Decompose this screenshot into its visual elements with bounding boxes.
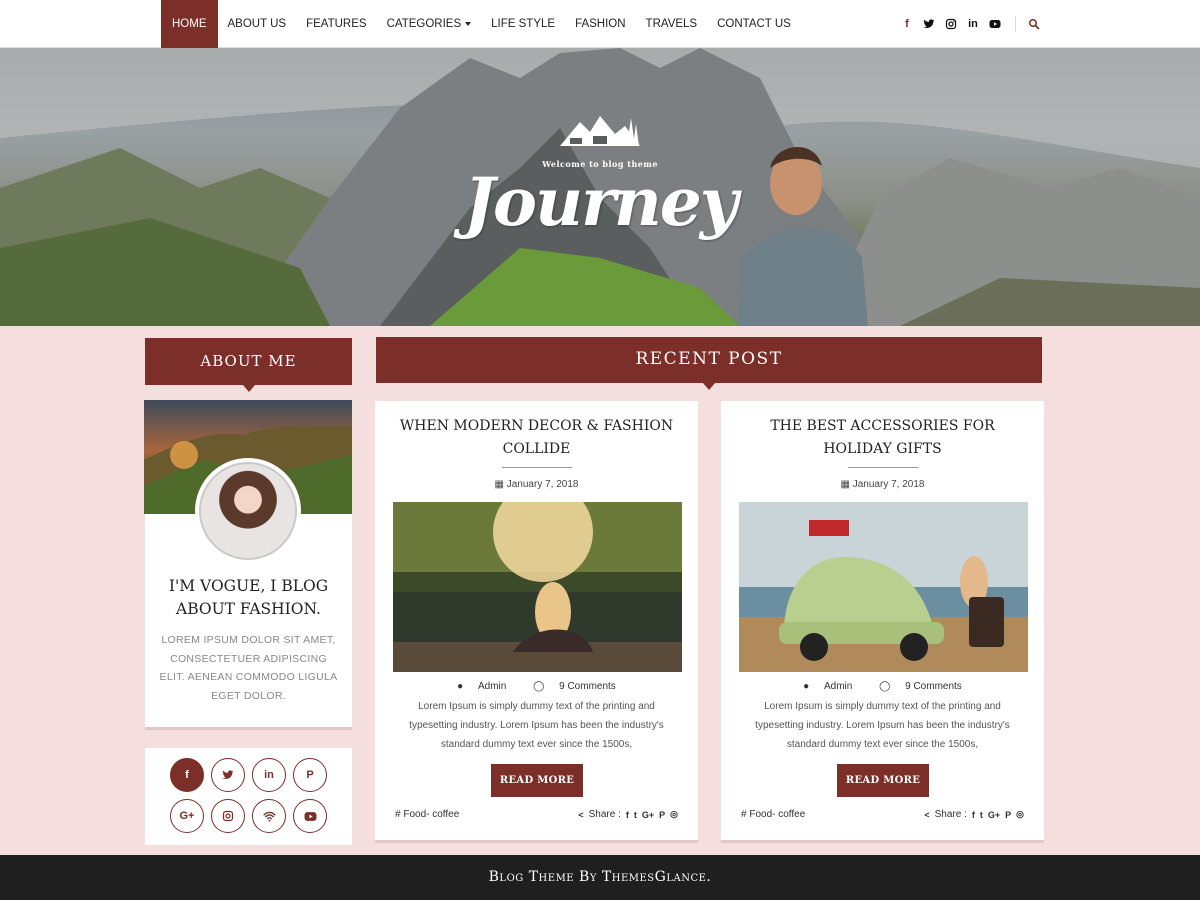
post-title[interactable]: THE BEST ACCESSORIES FOR HOLIDAY GIFTS <box>739 415 1026 461</box>
about-title: I'M VOGUE, I BLOG ABOUT FASHION. <box>168 577 329 618</box>
read-more-button[interactable]: READ MORE <box>837 764 929 797</box>
instagram-icon[interactable]: ◎ <box>670 809 678 820</box>
post-comments[interactable]: ◯ 9 Comments <box>873 681 968 692</box>
title-divider <box>848 467 918 468</box>
post-image[interactable] <box>739 502 1028 672</box>
google-plus-icon[interactable]: G+ <box>988 810 1000 820</box>
hero-title: Journey <box>463 163 738 241</box>
nav-item-travels[interactable]: TRAVELS <box>636 0 708 48</box>
post-date: ▦ January 7, 2018 <box>721 479 1044 490</box>
post-share: < Share : f t G+ P ◎ <box>578 809 678 820</box>
twitter-icon[interactable] <box>211 758 245 792</box>
post-category[interactable]: # Food- coffee <box>395 809 459 820</box>
twitter-icon[interactable] <box>922 17 936 31</box>
post-excerpt: Lorem Ipsum is simply dummy text of the … <box>409 701 664 750</box>
nav-item-about-us[interactable]: ABOUT US <box>218 0 297 48</box>
post-comments-text: 9 Comments <box>905 681 962 692</box>
nav-item-features[interactable]: FEATURES <box>296 0 377 48</box>
nav-item-categories-label: CATEGORIES <box>386 18 462 30</box>
twitter-icon[interactable]: t <box>980 810 983 820</box>
facebook-icon[interactable]: f <box>626 810 629 820</box>
recent-post-heading: RECENT POST <box>376 337 1042 390</box>
nav-item-home[interactable]: HOME <box>161 0 218 48</box>
post-author-text: Admin <box>478 681 507 692</box>
post-excerpt: Lorem Ipsum is simply dummy text of the … <box>755 701 1010 750</box>
share-label: Share : <box>588 809 621 820</box>
youtube-icon[interactable] <box>293 799 327 833</box>
linkedin-icon[interactable]: in <box>252 758 286 792</box>
google-plus-icon[interactable]: G+ <box>642 810 654 820</box>
post-card: WHEN MODERN DECOR & FASHION COLLIDE ▦ Ja… <box>375 401 698 843</box>
wifi-icon[interactable] <box>252 799 286 833</box>
pinterest-icon[interactable]: P <box>659 810 665 820</box>
linkedin-icon[interactable]: in <box>966 17 980 31</box>
wildlife-logo-icon <box>560 116 640 146</box>
title-divider <box>502 467 572 468</box>
post-date-text: January 7, 2018 <box>506 479 579 490</box>
avatar <box>195 458 301 564</box>
social-links-card: f in P G+ <box>145 748 352 845</box>
top-navigation: HOME ABOUT US FEATURES CATEGORIES LIFE S… <box>0 0 1200 48</box>
calendar-icon: ▦ <box>494 479 507 490</box>
nav-item-fashion[interactable]: FASHION <box>565 0 635 48</box>
about-me-heading: ABOUT ME <box>145 338 352 392</box>
post-category[interactable]: # Food- coffee <box>741 809 805 820</box>
pinterest-icon[interactable]: P <box>1005 810 1011 820</box>
nav-item-contact-us[interactable]: CONTACT US <box>707 0 801 48</box>
facebook-icon[interactable]: f <box>900 17 914 31</box>
instagram-icon[interactable] <box>211 799 245 833</box>
share-icon: < <box>578 809 584 820</box>
hero-banner: Welcome to blog theme Journey <box>0 48 1200 326</box>
google-plus-icon[interactable]: G+ <box>170 799 204 833</box>
footer-text: Blog Theme By ThemesGlance. <box>488 869 712 885</box>
user-icon: ● <box>803 681 812 692</box>
pinterest-icon[interactable]: P <box>293 758 327 792</box>
post-title[interactable]: WHEN MODERN DECOR & FASHION COLLIDE <box>393 415 680 461</box>
nav-item-categories[interactable]: CATEGORIES <box>377 0 482 48</box>
header-social-links: f in <box>900 0 1002 48</box>
nav-item-life-style[interactable]: LIFE STYLE <box>481 0 565 48</box>
user-icon: ● <box>457 681 466 692</box>
site-footer: Blog Theme By ThemesGlance. <box>0 855 1200 900</box>
post-author[interactable]: ● Admin <box>797 681 858 692</box>
chevron-down-icon <box>465 21 472 26</box>
about-me-card: I'M VOGUE, I BLOG ABOUT FASHION. LOREM I… <box>144 400 352 730</box>
post-card: THE BEST ACCESSORIES FOR HOLIDAY GIFTS ▦… <box>721 401 1044 843</box>
facebook-icon[interactable]: f <box>972 810 975 820</box>
comment-icon: ◯ <box>879 681 894 692</box>
hero-logo: Welcome to blog theme Journey <box>460 108 740 235</box>
post-meta: ● Admin ◯ 9 Comments <box>721 681 1044 692</box>
post-share: < Share : f t G+ P ◎ <box>924 809 1024 820</box>
about-text: LOREM IPSUM DOLOR SIT AMET, CONSECTETUER… <box>159 634 338 702</box>
search-icon[interactable] <box>1028 17 1042 31</box>
post-author[interactable]: ● Admin <box>451 681 512 692</box>
post-comments[interactable]: ◯ 9 Comments <box>527 681 622 692</box>
comment-icon: ◯ <box>533 681 548 692</box>
read-more-button[interactable]: READ MORE <box>491 764 583 797</box>
facebook-icon[interactable]: f <box>170 758 204 792</box>
post-image[interactable] <box>393 502 682 672</box>
post-date: ▦ January 7, 2018 <box>375 479 698 490</box>
calendar-icon: ▦ <box>840 479 853 490</box>
share-icon: < <box>924 809 930 820</box>
nav-divider <box>1015 16 1016 32</box>
instagram-icon[interactable] <box>944 17 958 31</box>
post-category-text: Food- coffee <box>749 809 806 820</box>
main-menu: HOME ABOUT US FEATURES CATEGORIES LIFE S… <box>161 0 801 48</box>
post-author-text: Admin <box>824 681 853 692</box>
post-category-text: Food- coffee <box>403 809 460 820</box>
post-meta: ● Admin ◯ 9 Comments <box>375 681 698 692</box>
twitter-icon[interactable]: t <box>634 810 637 820</box>
share-label: Share : <box>934 809 967 820</box>
post-comments-text: 9 Comments <box>559 681 616 692</box>
youtube-icon[interactable] <box>988 17 1002 31</box>
instagram-icon[interactable]: ◎ <box>1016 809 1024 820</box>
post-date-text: January 7, 2018 <box>852 479 925 490</box>
